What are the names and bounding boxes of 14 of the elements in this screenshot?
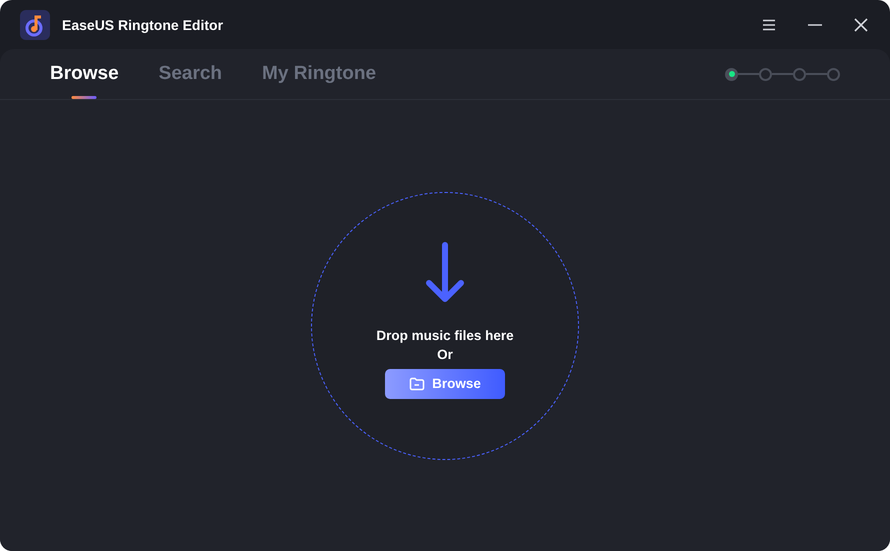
folder-icon <box>409 376 426 390</box>
download-arrow-icon <box>425 242 465 304</box>
browse-button[interactable]: Browse <box>385 368 505 398</box>
tab[interactable]: Search <box>158 49 222 99</box>
window-title: EaseUS Ringtone Editor <box>62 16 224 32</box>
or-label: Or <box>437 346 453 362</box>
close-icon <box>854 18 868 32</box>
tab[interactable]: My Ringtone <box>262 49 376 99</box>
minimize-icon <box>808 24 822 26</box>
drop-instruction: Drop music files here <box>376 328 514 342</box>
app-logo-icon <box>20 10 50 40</box>
tab[interactable]: Browse <box>50 49 119 99</box>
menu-icon <box>762 18 776 30</box>
drop-zone[interactable]: Drop music files here Or Browse <box>311 192 579 460</box>
